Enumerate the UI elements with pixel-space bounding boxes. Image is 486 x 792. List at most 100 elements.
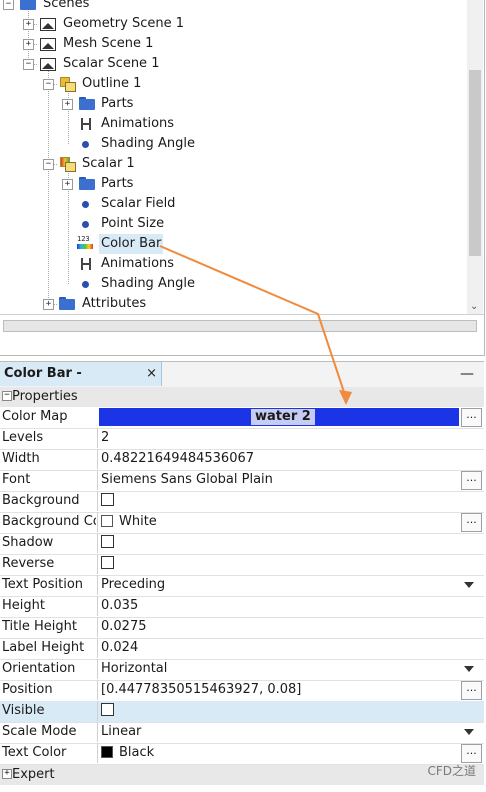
orientation-select[interactable]: Horizontal [97,659,484,679]
properties-tab-bar: Color Bar - Properties × — [0,361,484,405]
property-dot-icon [77,137,93,151]
label-height-value[interactable]: 0.024 [97,638,484,658]
tab-color-bar-properties[interactable]: Color Bar - Properties × [0,362,162,405]
property-name: Position [2,682,53,697]
collapse-icon[interactable]: − [2,391,12,401]
dropdown-arrow-icon[interactable] [464,666,474,672]
scroll-down-icon[interactable]: ⌄ [470,301,478,312]
dropdown-arrow-icon[interactable] [464,582,474,588]
shadow-checkbox[interactable] [101,535,114,548]
tree-item-outline-animations[interactable]: Animations [0,114,300,134]
reverse-value [97,554,484,574]
tree-item-scenes[interactable]: − Scenes [0,0,300,14]
tree-item-scalar-field[interactable]: Scalar Field [0,194,300,214]
tree-item-outline-parts[interactable]: + Parts [0,94,300,114]
levels-value[interactable]: 2 [97,428,484,448]
tree-item-label: Geometry Scene 1 [63,16,184,31]
tree-item-outline[interactable]: − Outline 1 [0,74,300,94]
collapse-icon[interactable]: − [43,159,54,170]
tree-item-scalar-scene[interactable]: − Scalar Scene 1 [0,54,300,74]
ellipsis-button[interactable]: ... [461,744,482,763]
property-row-shadow[interactable]: Shadow [0,533,484,555]
tree-item-label: Mesh Scene 1 [63,36,154,51]
section-label: Properties [12,389,78,404]
properties-section-header[interactable]: − Properties [0,387,484,407]
property-dot-icon [77,197,93,211]
minimize-icon[interactable]: — [460,362,474,386]
height-value[interactable]: 0.035 [97,596,484,616]
property-row-font[interactable]: Font Siemens Sans Global Plain ... [0,470,484,492]
reverse-checkbox[interactable] [101,556,114,569]
property-name: Scale Mode [2,724,77,739]
tree-item-label: Scalar Field [101,196,176,211]
property-row-scale-mode[interactable]: Scale Mode Linear [0,722,484,744]
property-row-width[interactable]: Width 0.48221649484536067 [0,449,484,471]
folder-icon [79,97,95,111]
ellipsis-button[interactable]: ... [461,681,482,700]
width-value[interactable]: 0.48221649484536067 [97,449,484,469]
color-swatch [101,514,113,527]
property-row-title-height[interactable]: Title Height 0.0275 [0,617,484,639]
font-value[interactable]: Siemens Sans Global Plain [97,470,484,490]
expert-section-header[interactable]: + Expert [0,765,484,785]
tree-item-outline-shading-angle[interactable]: Shading Angle [0,134,300,154]
property-row-position[interactable]: Position [0.44778350515463927, 0.08] ... [0,680,484,702]
tree-item-geometry-scene[interactable]: + Geometry Scene 1 [0,14,300,34]
property-row-text-color[interactable]: Text Color Black ... [0,743,484,765]
property-row-height[interactable]: Height 0.035 [0,596,484,618]
position-value[interactable]: [0.44778350515463927, 0.08] [97,680,484,700]
property-row-levels[interactable]: Levels 2 [0,428,484,450]
color-map-preview[interactable]: water 2 [99,408,459,426]
tree-item-color-bar[interactable]: 123 Color Bar [0,234,300,254]
tree-item-label: Scalar 1 [82,156,135,171]
tree-horizontal-scroll-area [0,314,484,355]
color-bar-icon-digits: 123 [77,235,90,243]
expand-icon[interactable]: + [23,39,34,50]
text-position-select[interactable]: Preceding [97,575,484,595]
tree-item-scalar[interactable]: − Scalar 1 [0,154,300,174]
background-checkbox[interactable] [101,493,114,506]
animation-icon [79,117,91,131]
tree-item-label: Scalar Scene 1 [63,56,160,71]
tree-item-point-size[interactable]: Point Size [0,214,300,234]
scrollbar-thumb[interactable] [469,70,481,256]
dropdown-arrow-icon[interactable] [464,729,474,735]
tree-item-scalar-animations[interactable]: Animations [0,254,300,274]
collapse-icon[interactable]: − [43,79,54,90]
property-row-text-position[interactable]: Text Position Preceding [0,575,484,597]
property-row-visible[interactable]: Visible [0,701,484,723]
scale-mode-select[interactable]: Linear [97,722,484,742]
background-color-value[interactable]: White [97,512,484,532]
tree-item-mesh-scene[interactable]: + Mesh Scene 1 [0,34,300,54]
tree-item-label: Animations [101,116,175,131]
ellipsis-button[interactable]: ... [461,471,482,490]
color-swatch [101,745,113,758]
property-row-color-map[interactable]: Color Map water 2 ... [0,407,484,429]
tree-item-attributes[interactable]: + Attributes [0,294,300,314]
collapse-icon[interactable]: − [23,59,34,70]
tree-vertical-scrollbar[interactable]: ⌄ [467,0,483,314]
property-row-reverse[interactable]: Reverse [0,554,484,576]
property-row-label-height[interactable]: Label Height 0.024 [0,638,484,660]
close-icon[interactable]: × [146,362,157,386]
visible-checkbox[interactable] [101,703,114,716]
expand-icon[interactable]: + [62,179,73,190]
property-name: Background [2,493,80,508]
expand-icon[interactable]: + [43,299,54,310]
property-row-background-color[interactable]: Background Col White ... [0,512,484,534]
collapse-icon[interactable]: − [3,0,14,10]
property-row-background[interactable]: Background [0,491,484,513]
title-height-value[interactable]: 0.0275 [97,617,484,637]
text-color-value[interactable]: Black [97,743,484,763]
tree-item-scalar-shading-angle[interactable]: Shading Angle [0,274,300,294]
property-row-orientation[interactable]: Orientation Horizontal [0,659,484,681]
scene-tree-panel: − Scenes + Geometry Scene 1 + Mesh Scene… [0,0,485,356]
expand-icon[interactable]: + [23,19,34,30]
ellipsis-button[interactable]: ... [461,513,482,532]
ellipsis-button[interactable]: ... [461,408,482,427]
expand-icon[interactable]: + [62,99,73,110]
tree-item-scalar-parts[interactable]: + Parts [0,174,300,194]
expand-icon[interactable]: + [2,769,12,779]
tree-horizontal-scrollbar[interactable] [3,320,477,332]
background-color-text: White [119,514,157,529]
